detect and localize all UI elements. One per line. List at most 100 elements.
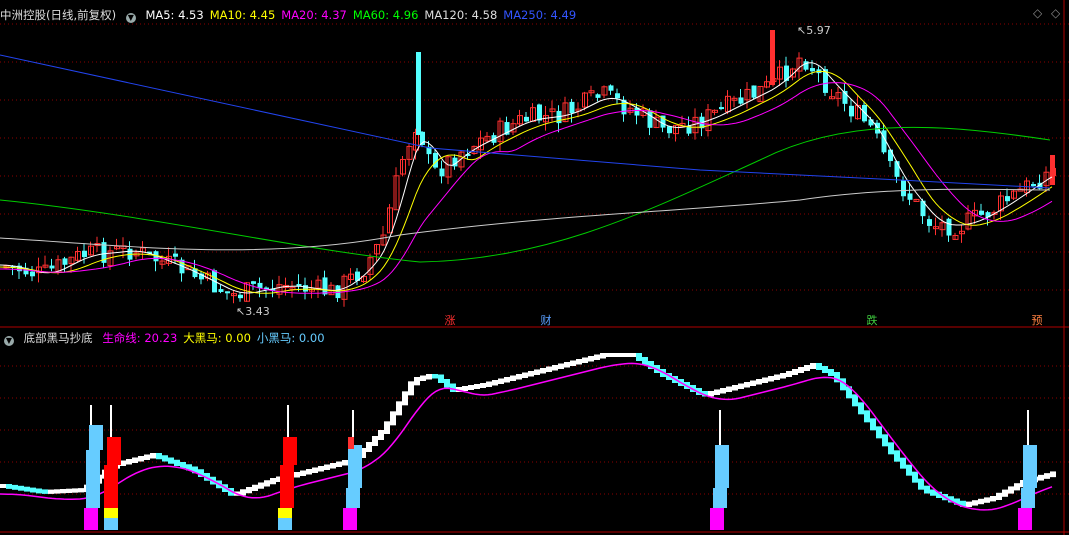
candle-body [608,85,614,91]
stair-block [972,500,978,506]
stair-block [852,394,858,407]
stair-block [264,480,270,487]
stair-block [444,379,450,388]
signal-base-magenta [343,508,357,530]
signal-column-blue-top [1023,445,1037,488]
stair-block [738,383,744,389]
stair-block [468,385,474,390]
stair-block [726,386,732,392]
signal-column-red [104,465,118,508]
candle-body [738,97,744,104]
candle-spike [770,30,775,85]
signal-base-magenta [1018,508,1032,530]
stair-block [768,376,774,382]
signal-base-blue [104,518,118,530]
stair-block [330,463,336,469]
stair-block [570,360,576,366]
candle-body [907,193,913,200]
high-price-label: ↖5.97 [797,24,831,37]
stair-block [906,464,912,476]
stair-block [408,381,414,396]
stair-block [174,459,180,466]
signal-base-blue [278,518,292,530]
stair-block [54,489,60,494]
stair-block [450,383,456,392]
stair-block [708,391,714,397]
stair-block [894,450,900,462]
signal-base-yellow [278,508,292,518]
signal-column-blue [346,488,360,508]
stair-block [342,460,348,466]
candle-body [251,281,256,284]
stair-block [1050,471,1056,478]
stair-block [858,402,864,415]
signal-base-magenta [84,508,98,530]
stair-block [540,368,546,374]
stair-block [732,385,738,391]
signal-column-red-top [283,437,297,465]
signal-column-blue [86,450,100,508]
candle-body [30,271,35,277]
stair-block [588,356,594,362]
ma250-line [0,54,1051,189]
stair-block [492,380,498,386]
stair-block [18,485,24,491]
stair-block [462,386,468,391]
candle-body [1031,183,1036,187]
stair-block [546,366,552,372]
stair-block [306,469,312,475]
candle-body [849,105,854,117]
stair-block [810,363,816,369]
stair-block [252,484,258,491]
candle-body [615,93,620,99]
stair-block [780,373,786,379]
stair-block [150,453,156,459]
stair-block [168,457,174,464]
stair-block [912,471,918,483]
stair-block [714,389,720,395]
stair-block [6,484,12,489]
stair-block [324,464,330,470]
stair-block [144,454,150,460]
candle-body [62,258,68,265]
stair-block [744,382,750,388]
stair-block [246,487,252,494]
stair-block [240,489,246,496]
stair-block [132,457,138,463]
stair-block [48,489,54,494]
signal-die: 跌 [866,314,878,327]
candle-body [751,85,757,98]
stair-block [876,426,882,439]
stair-block [126,459,132,465]
stair-block [30,487,36,493]
stair-block [594,354,600,360]
signal-red-tip [348,437,354,449]
stair-block [432,374,438,379]
candle-body [927,219,932,226]
signal-base-magenta [710,508,724,530]
candle-body [49,265,55,269]
stair-block [774,374,780,380]
stair-block [396,401,402,416]
high-arrow-icon: ↖ [797,24,807,37]
stair-block [522,372,528,378]
candle-body [82,250,87,258]
candle-body [303,285,308,292]
candle-body [569,101,575,114]
stair-block [1044,473,1050,479]
candle-body [667,126,672,134]
stair-block [480,383,486,388]
stair-block [870,418,876,431]
stair-block [624,353,630,357]
chart-canvas[interactable] [0,0,1069,535]
stair-block [1002,489,1008,497]
stair-block [498,378,504,384]
stair-block [138,456,144,462]
stair-block [582,357,588,363]
candle-body [888,149,893,162]
candle-body [894,161,900,177]
signal-column-blue-top [715,445,729,488]
signal-column-blue-top [348,445,362,488]
stair-block [822,366,828,373]
stair-block [630,353,636,357]
